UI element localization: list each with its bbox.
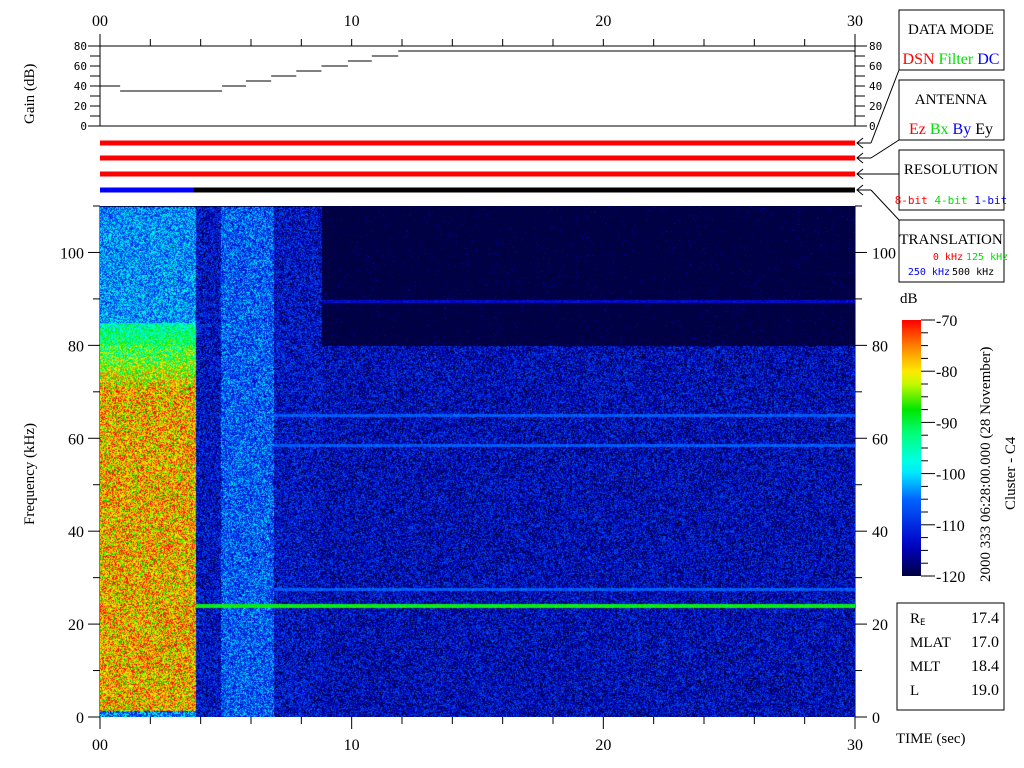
legend-title: RESOLUTION <box>904 162 998 178</box>
freq-tick-label: 80 <box>68 338 84 355</box>
legend-item: Ez <box>909 121 926 138</box>
legend-item: Ey <box>975 121 993 138</box>
colorbar-tick-label: -70 <box>936 313 957 330</box>
legend-item: Filter <box>939 51 974 68</box>
legend-translation: TRANSLATION 0 kHz 125 kHz 250 kHz 500 kHz <box>898 219 1008 283</box>
top-time-tick-label: 10 <box>344 13 360 30</box>
spacecraft-label: Cluster - C4 <box>1003 436 1019 510</box>
status-bar-antenna <box>100 155 855 161</box>
gain-axis-label: Gain (dB) <box>22 64 38 124</box>
legend-items: 8-bit 4-bit 1-bit <box>895 194 1008 207</box>
freq-tick-label: 0 <box>76 710 84 727</box>
top-time-tick-label: 30 <box>847 13 863 30</box>
colorbar-title: dB <box>900 291 918 307</box>
orbit-info-value: 17.0 <box>971 634 999 651</box>
orbit-info-value: 18.4 <box>971 658 999 675</box>
freq-tick-label-right: 80 <box>872 338 888 355</box>
orbit-info-label: L <box>910 683 919 699</box>
colorbar: -70 -80 -90 -100 -110 -120 <box>902 313 965 586</box>
gain-panel: 0 020 2040 4060 6080 8000 10 20 30 <box>74 13 883 133</box>
legend-item: Bx <box>930 121 949 138</box>
freq-tick-label-right: 60 <box>872 431 888 448</box>
x-axis-label: TIME (sec) <box>896 731 966 747</box>
legend-item: DSN <box>903 51 935 68</box>
legend-title: DATA MODE <box>908 22 994 38</box>
time-tick-label: 30 <box>847 737 863 754</box>
legend-data-mode: DATA MODE DSN Filter DC <box>898 9 1005 71</box>
colorbar-gradient-bar <box>902 320 921 576</box>
legend-item: 0 kHz <box>933 252 963 263</box>
legend-item: 4-bit <box>934 194 967 207</box>
freq-tick-label: 20 <box>68 617 84 634</box>
time-tick-label: 10 <box>344 737 360 754</box>
status-bar-translation <box>100 187 194 193</box>
gain-tick-label: 0 <box>80 120 87 133</box>
top-time-tick-label: 20 <box>595 13 611 30</box>
spectrogram-heatmap <box>100 206 855 717</box>
time-tick-label: 00 <box>92 737 108 754</box>
orbit-info-label: R <box>910 611 920 627</box>
freq-tick-label-right: 0 <box>872 710 880 727</box>
colorbar-tick-label: -120 <box>936 569 965 586</box>
orbit-info-box: R E 17.4 MLAT 17.0 MLT 18.4 L 19.0 <box>896 602 1005 711</box>
freq-tick-label: 40 <box>68 524 84 541</box>
status-bar-translation <box>193 187 855 193</box>
gain-tick-label-right: 40 <box>869 80 882 93</box>
legend-item: 250 kHz <box>908 267 950 278</box>
legend-item: 1-bit <box>974 194 1007 207</box>
status-bar-data-mode <box>100 140 855 146</box>
legend-title: TRANSLATION <box>899 232 1002 248</box>
freq-tick-label-right: 40 <box>872 524 888 541</box>
legend-items: DSN Filter DC <box>903 51 1000 68</box>
legend-title: ANTENNA <box>915 92 988 108</box>
gain-tick-label-right: 80 <box>869 40 882 53</box>
colorbar-tick-label: -110 <box>936 518 965 535</box>
gain-tick-label-right: 0 <box>869 120 876 133</box>
orbit-info-label: MLT <box>910 659 940 675</box>
legend-item: 8-bit <box>895 194 928 207</box>
freq-tick-label: 100 <box>60 245 84 262</box>
legend-item: 500 kHz <box>952 267 994 278</box>
y-axis-label: Frequency (kHz) <box>22 423 38 525</box>
freq-tick-label: 60 <box>68 431 84 448</box>
time-tick-label: 20 <box>595 737 611 754</box>
orbit-info-value: 19.0 <box>971 682 999 699</box>
colorbar-tick-label: -80 <box>936 364 957 381</box>
legend-item: By <box>953 121 972 138</box>
gain-tick-label: 20 <box>74 100 87 113</box>
legend-items: Ez Bx By Ey <box>909 121 993 138</box>
timestamp-label: 2000 333 06:28:00.000 (28 November) <box>978 347 994 582</box>
legend-item: DC <box>977 51 999 68</box>
freq-tick-label-right: 20 <box>872 617 888 634</box>
freq-tick-label-right: 100 <box>872 245 896 262</box>
legend-item: 125 kHz <box>966 252 1008 263</box>
orbit-info-value: 17.4 <box>971 610 999 627</box>
legend-antenna: ANTENNA Ez Bx By Ey <box>898 79 1005 141</box>
gain-tick-label-right: 60 <box>869 60 882 73</box>
gain-tick-label: 40 <box>74 80 87 93</box>
connector-line-antenna <box>870 139 900 159</box>
gain-tick-label: 80 <box>74 40 87 53</box>
orbit-info-label: MLAT <box>910 635 951 651</box>
colorbar-tick-label: -100 <box>936 467 965 484</box>
status-bar-resolution <box>100 171 855 177</box>
top-time-tick-label: 00 <box>92 13 108 30</box>
gain-tick-label: 60 <box>74 60 87 73</box>
status-bars <box>100 140 855 193</box>
legend-resolution: RESOLUTION 8-bit 4-bit 1-bit <box>895 149 1008 211</box>
gain-tick-label-right: 20 <box>869 100 882 113</box>
orbit-info-subscript: E <box>920 618 925 628</box>
colorbar-tick-label: -90 <box>936 415 957 432</box>
